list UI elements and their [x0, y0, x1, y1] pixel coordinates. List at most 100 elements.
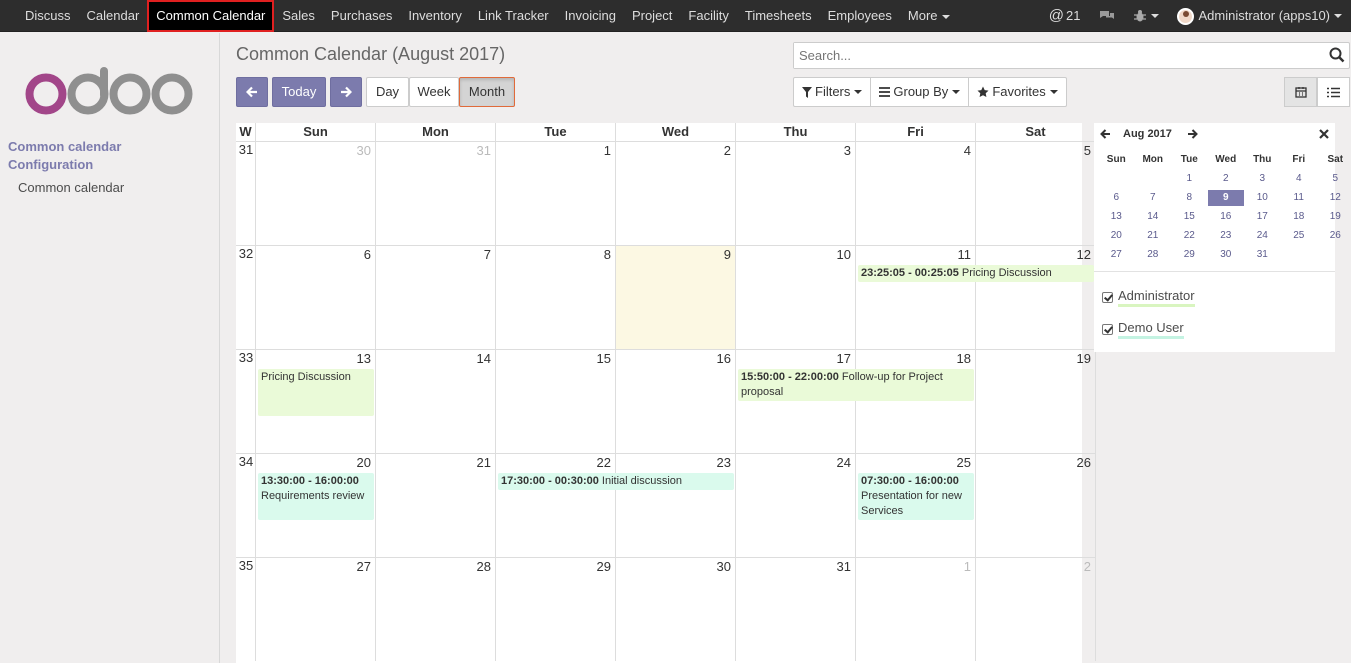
day-cell[interactable]: 8	[496, 245, 616, 349]
sidebar-item-common-calendar[interactable]: Common calendar	[18, 180, 124, 195]
menu-item-inventory[interactable]: Inventory	[400, 0, 469, 32]
menu-item-common-calendar[interactable]: Common Calendar	[147, 0, 275, 32]
calendar-event[interactable]: 07:30:00 - 16:00:00 Presentation for new…	[858, 473, 974, 520]
day-cell[interactable]: 21	[376, 453, 496, 557]
mini-day[interactable]: 1	[1171, 173, 1208, 184]
mini-day[interactable]: 30	[1208, 249, 1245, 260]
calendar-event[interactable]: 23:25:05 - 00:25:05 Pricing Discussion	[858, 265, 1094, 282]
calendar-view-button[interactable]	[1284, 77, 1317, 107]
day-cell[interactable]: 7	[376, 245, 496, 349]
menu-item-project[interactable]: Project	[624, 0, 680, 32]
list-view-button[interactable]	[1317, 77, 1350, 107]
day-cell[interactable]: 23	[616, 453, 736, 557]
mini-day[interactable]: 6	[1098, 192, 1135, 203]
mini-day[interactable]: 17	[1244, 211, 1281, 222]
mini-day[interactable]: 21	[1135, 230, 1172, 241]
user-menu[interactable]: Administrator (apps10)	[1168, 0, 1351, 32]
mini-day[interactable]: 7	[1135, 192, 1172, 203]
day-cell[interactable]: 14	[376, 349, 496, 453]
view-week-button[interactable]: Week	[409, 77, 459, 107]
mini-day[interactable]: 9	[1207, 189, 1244, 206]
groupby-button[interactable]: Group By	[871, 78, 970, 106]
mini-day[interactable]: 15	[1171, 211, 1208, 222]
menu-item-calendar[interactable]: Calendar	[79, 0, 148, 32]
mini-day[interactable]: 20	[1098, 230, 1135, 241]
calendar-event[interactable]: 15:50:00 - 22:00:00 Follow-up for Projec…	[738, 369, 974, 401]
mini-day[interactable]: 5	[1317, 173, 1351, 184]
day-cell[interactable]: 31	[736, 557, 856, 661]
attendee-filter-item[interactable]: Demo User	[1102, 320, 1184, 339]
day-cell[interactable]: 27	[256, 557, 376, 661]
day-cell[interactable]: 15	[496, 349, 616, 453]
mini-day[interactable]: 29	[1171, 249, 1208, 260]
search-icon[interactable]	[1329, 47, 1345, 63]
mini-day[interactable]: 10	[1244, 192, 1281, 203]
day-cell[interactable]: 3	[736, 141, 856, 245]
calendar-event[interactable]: 17:30:00 - 00:30:00 Initial discussion	[498, 473, 734, 490]
mini-day[interactable]: 19	[1317, 211, 1351, 222]
mini-day[interactable]: 8	[1171, 192, 1208, 203]
day-cell[interactable]: 29	[496, 557, 616, 661]
mini-day[interactable]: 13	[1098, 211, 1135, 222]
menu-item-facility[interactable]: Facility	[680, 0, 736, 32]
mini-day[interactable]: 23	[1208, 230, 1245, 241]
day-cell[interactable]: 16	[616, 349, 736, 453]
menu-item-sales[interactable]: Sales	[274, 0, 323, 32]
day-cell[interactable]: 30	[256, 141, 376, 245]
day-cell[interactable]: 30	[616, 557, 736, 661]
menu-item-discuss[interactable]: Discuss	[17, 0, 79, 32]
today-button[interactable]: Today	[272, 77, 326, 107]
mini-day[interactable]: 25	[1281, 230, 1318, 241]
mini-day[interactable]: 26	[1317, 230, 1351, 241]
close-icon[interactable]	[1319, 129, 1329, 139]
day-cell[interactable]: 17	[736, 349, 856, 453]
mini-day[interactable]: 14	[1135, 211, 1172, 222]
day-cell[interactable]: 5	[976, 141, 1096, 245]
next-button[interactable]	[330, 77, 362, 107]
menu-item-more[interactable]: More	[900, 0, 958, 32]
day-cell[interactable]: 2	[616, 141, 736, 245]
day-cell[interactable]: 22	[496, 453, 616, 557]
mini-day[interactable]: 2	[1208, 173, 1245, 184]
mentions-button[interactable]: @ 21	[1040, 0, 1090, 32]
debug-menu[interactable]	[1124, 0, 1168, 32]
checkbox-checked-icon[interactable]	[1102, 324, 1113, 335]
menu-item-invoicing[interactable]: Invoicing	[557, 0, 624, 32]
menu-item-purchases[interactable]: Purchases	[323, 0, 400, 32]
menu-item-timesheets[interactable]: Timesheets	[737, 0, 820, 32]
day-cell[interactable]: 9	[616, 245, 736, 349]
mini-day[interactable]: 22	[1171, 230, 1208, 241]
attendee-filter-item[interactable]: Administrator	[1102, 288, 1195, 307]
checkbox-checked-icon[interactable]	[1102, 292, 1113, 303]
menu-item-link-tracker[interactable]: Link Tracker	[470, 0, 557, 32]
day-cell[interactable]: 10	[736, 245, 856, 349]
day-cell[interactable]: 6	[256, 245, 376, 349]
day-cell[interactable]: 4	[856, 141, 976, 245]
day-cell[interactable]: 31	[376, 141, 496, 245]
mini-day[interactable]: 28	[1135, 249, 1172, 260]
chat-button[interactable]	[1090, 0, 1124, 32]
prev-button[interactable]	[236, 77, 268, 107]
mini-day[interactable]: 3	[1244, 173, 1281, 184]
day-cell[interactable]: 26	[976, 453, 1096, 557]
view-day-button[interactable]: Day	[366, 77, 409, 107]
mini-day[interactable]: 12	[1317, 192, 1351, 203]
mini-day[interactable]: 11	[1281, 192, 1318, 203]
arrow-left-icon[interactable]	[1100, 129, 1111, 139]
calendar-event[interactable]: 13:30:00 - 16:00:00 Requirements review	[258, 473, 374, 520]
filters-button[interactable]: Filters	[794, 78, 872, 106]
day-cell[interactable]: 19	[976, 349, 1096, 453]
calendar-event[interactable]: Pricing Discussion	[258, 369, 374, 416]
mini-day[interactable]: 4	[1281, 173, 1318, 184]
sidebar-section-title[interactable]: Common calendar Configuration	[8, 138, 148, 174]
view-month-button[interactable]: Month	[459, 77, 515, 107]
mini-day[interactable]: 24	[1244, 230, 1281, 241]
search-input[interactable]	[794, 43, 1314, 68]
day-cell[interactable]: 1	[856, 557, 976, 661]
mini-day[interactable]: 31	[1244, 249, 1281, 260]
day-cell[interactable]: 24	[736, 453, 856, 557]
day-cell[interactable]: 11	[856, 245, 976, 349]
mini-day[interactable]: 16	[1208, 211, 1245, 222]
day-cell[interactable]: 28	[376, 557, 496, 661]
mini-day[interactable]: 18	[1281, 211, 1318, 222]
